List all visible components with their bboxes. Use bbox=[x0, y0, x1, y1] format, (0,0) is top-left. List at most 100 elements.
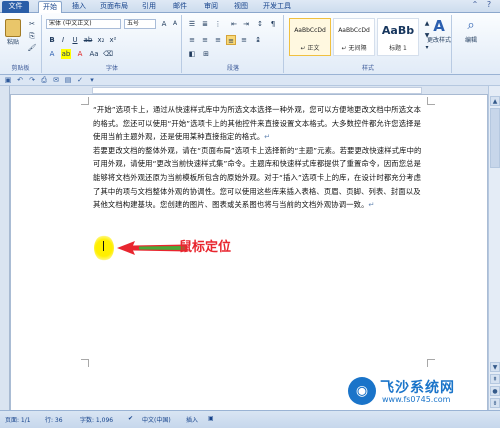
document-page[interactable]: “开始”选项卡上，通过从快速样式库中为所选文本选择一种外观，您可以方便地更改文档… bbox=[11, 95, 487, 410]
ribbon: 粘贴 ✂ ⎘ 🖌 剪贴板 宋体 (中文正文) 五号 A A B I U ab x… bbox=[0, 13, 500, 75]
style-heading1[interactable]: AaBb 标题 1 bbox=[377, 18, 419, 56]
clear-format-icon[interactable]: ⌫ bbox=[103, 49, 113, 59]
tab-references[interactable]: 引用 bbox=[137, 1, 161, 13]
tab-developer[interactable]: 开发工具 bbox=[258, 1, 296, 13]
style-no-spacing[interactable]: AaBbCcDd ↵ 无间隔 bbox=[333, 18, 375, 56]
scroll-up-icon[interactable]: ▲ bbox=[490, 96, 500, 106]
grow-font-icon[interactable]: A bbox=[159, 19, 169, 29]
change-styles-button[interactable]: A 更改样式 bbox=[424, 17, 454, 61]
show-marks-icon[interactable]: ¶ bbox=[268, 19, 278, 29]
line-spacing-icon[interactable]: ↨ bbox=[253, 35, 263, 45]
sort-icon[interactable]: ↕ bbox=[255, 19, 265, 29]
style-normal-name: ↵ 正文 bbox=[300, 45, 320, 52]
align-right-icon[interactable]: ≡ bbox=[213, 35, 223, 45]
redo-icon[interactable]: ↷ bbox=[28, 76, 36, 84]
save-icon[interactable]: ▣ bbox=[4, 76, 12, 84]
spelling-icon[interactable]: ✓ bbox=[76, 76, 84, 84]
change-styles-label: 更改样式 bbox=[426, 37, 451, 44]
minimize-ribbon-icon[interactable]: ⌃ bbox=[470, 0, 480, 10]
style-heading1-name: 标题 1 bbox=[389, 45, 407, 52]
strikethrough-button[interactable]: ab bbox=[83, 35, 93, 45]
tab-file[interactable]: 文件 bbox=[2, 1, 29, 13]
decrease-indent-icon[interactable]: ⇤ bbox=[229, 19, 239, 29]
numbering-icon[interactable]: ≣ bbox=[200, 19, 210, 29]
italic-button[interactable]: I bbox=[58, 35, 68, 45]
font-name-select[interactable]: 宋体 (中文正文) bbox=[46, 19, 121, 29]
justify-icon[interactable]: ≡ bbox=[226, 35, 236, 45]
cut-icon[interactable]: ✂ bbox=[27, 19, 37, 29]
text-effects-icon[interactable]: A bbox=[47, 49, 57, 59]
copy-icon[interactable]: ⎘ bbox=[27, 31, 37, 41]
font-color-icon[interactable]: A bbox=[75, 49, 85, 59]
paste-button[interactable]: 粘贴 bbox=[3, 17, 23, 51]
undo-icon[interactable]: ↶ bbox=[16, 76, 24, 84]
horizontal-ruler[interactable] bbox=[10, 86, 488, 95]
borders-icon[interactable]: ⊞ bbox=[201, 49, 211, 59]
tab-insert[interactable]: 插入 bbox=[67, 1, 91, 13]
help-icon[interactable]: ? bbox=[484, 0, 494, 10]
binoculars-icon: ⌕ bbox=[467, 18, 475, 33]
macro-record-icon[interactable]: ▣ bbox=[208, 415, 214, 422]
paragraph-mark: ↵ bbox=[368, 200, 375, 210]
shading-icon[interactable]: ◧ bbox=[187, 49, 197, 59]
superscript-button[interactable]: x² bbox=[108, 35, 118, 45]
paragraph-mark: ↵ bbox=[264, 132, 271, 142]
mouse-cursor-highlight bbox=[94, 235, 114, 261]
paragraph-2: 若要更改文档的整体外观，请在“页面布局”选项卡上选择新的“主题”元素。若要更改快… bbox=[93, 144, 423, 212]
edit-button[interactable]: ⌕ 编辑 bbox=[458, 17, 484, 61]
styles-group-label: 样式 bbox=[361, 65, 374, 72]
status-words[interactable]: 字数: 1,096 bbox=[80, 415, 113, 424]
status-page[interactable]: 页面: 1/1 bbox=[5, 415, 31, 424]
style-no-spacing-preview: AaBbCcDd bbox=[338, 27, 370, 34]
spell-check-icon[interactable]: ✔ bbox=[128, 415, 133, 422]
clipboard-icon bbox=[5, 19, 21, 37]
style-normal[interactable]: AaBbCcDd ↵ 正文 bbox=[289, 18, 331, 56]
underline-button[interactable]: U bbox=[70, 35, 80, 45]
status-mode[interactable]: 插入 bbox=[186, 415, 198, 424]
watermark-url: www.fs0745.com bbox=[382, 395, 451, 404]
align-left-icon[interactable]: ≡ bbox=[187, 35, 197, 45]
site-logo-icon: ◉ bbox=[348, 377, 376, 405]
increase-indent-icon[interactable]: ⇥ bbox=[241, 19, 251, 29]
site-watermark: ◉ 飞沙系统网 www.fs0745.com bbox=[348, 376, 498, 408]
print-preview-icon[interactable]: ⎙ bbox=[40, 76, 48, 84]
tab-home[interactable]: 开始 bbox=[38, 1, 62, 13]
paragraph-group-label: 段落 bbox=[226, 65, 239, 72]
tab-view[interactable]: 视图 bbox=[229, 1, 253, 13]
font-group: 宋体 (中文正文) 五号 A A B I U ab x₂ x² A ab A A… bbox=[43, 15, 182, 73]
vertical-scrollbar[interactable]: ▲ ▼ ⇞ ● ⇟ bbox=[488, 86, 500, 410]
shrink-font-icon[interactable]: A bbox=[170, 19, 180, 29]
style-normal-preview: AaBbCcDd bbox=[294, 27, 326, 34]
scroll-thumb[interactable] bbox=[490, 108, 500, 168]
tab-review[interactable]: 审阅 bbox=[199, 1, 223, 13]
customize-qat-icon[interactable]: ▾ bbox=[88, 76, 96, 84]
font-size-select[interactable]: 五号 bbox=[124, 19, 156, 29]
font-group-label: 字体 bbox=[105, 65, 118, 72]
style-heading1-preview: AaBb bbox=[381, 24, 415, 37]
margin-corner-bottom-left bbox=[81, 359, 89, 367]
text-caret bbox=[103, 241, 104, 251]
multilevel-list-icon[interactable]: ⋮ bbox=[213, 19, 223, 29]
email-icon[interactable]: ✉ bbox=[52, 76, 60, 84]
tab-page-layout[interactable]: 页面布局 bbox=[96, 1, 132, 13]
subscript-button[interactable]: x₂ bbox=[96, 35, 106, 45]
margin-corner-top-left bbox=[81, 97, 89, 105]
scroll-down-icon[interactable]: ▼ bbox=[490, 362, 500, 372]
distributed-icon[interactable]: ≡ bbox=[239, 35, 249, 45]
highlight-icon[interactable]: ab bbox=[61, 49, 71, 59]
ribbon-tab-bar: 文件 开始 插入 页面布局 引用 邮件 审阅 视图 开发工具 ⌃ ? bbox=[0, 0, 500, 13]
align-center-icon[interactable]: ≡ bbox=[200, 35, 210, 45]
watermark-site-name: 飞沙系统网 bbox=[380, 380, 455, 396]
document-body[interactable]: “开始”选项卡上，通过从快速样式库中为所选文本选择一种外观，您可以方便地更改文档… bbox=[93, 103, 423, 212]
status-line[interactable]: 行: 36 bbox=[45, 415, 63, 424]
format-painter-icon[interactable]: 🖌 bbox=[27, 43, 37, 53]
paragraph-group: ☰ ≣ ⋮ ⇤ ⇥ ↕ ¶ ≡ ≡ ≡ ≡ ≡ ↨ ◧ ⊞ 段落 bbox=[183, 15, 284, 73]
change-case-icon[interactable]: Aa bbox=[89, 49, 99, 59]
bold-button[interactable]: B bbox=[47, 35, 57, 45]
annotation-arrow-icon bbox=[117, 241, 187, 255]
bullets-icon[interactable]: ☰ bbox=[187, 19, 197, 29]
open-icon[interactable]: ▤ bbox=[64, 76, 72, 84]
tab-mailings[interactable]: 邮件 bbox=[168, 1, 192, 13]
quick-access-toolbar: ▣ ↶ ↷ ⎙ ✉ ▤ ✓ ▾ bbox=[0, 75, 500, 86]
status-language[interactable]: 中文(中国) bbox=[142, 415, 171, 424]
